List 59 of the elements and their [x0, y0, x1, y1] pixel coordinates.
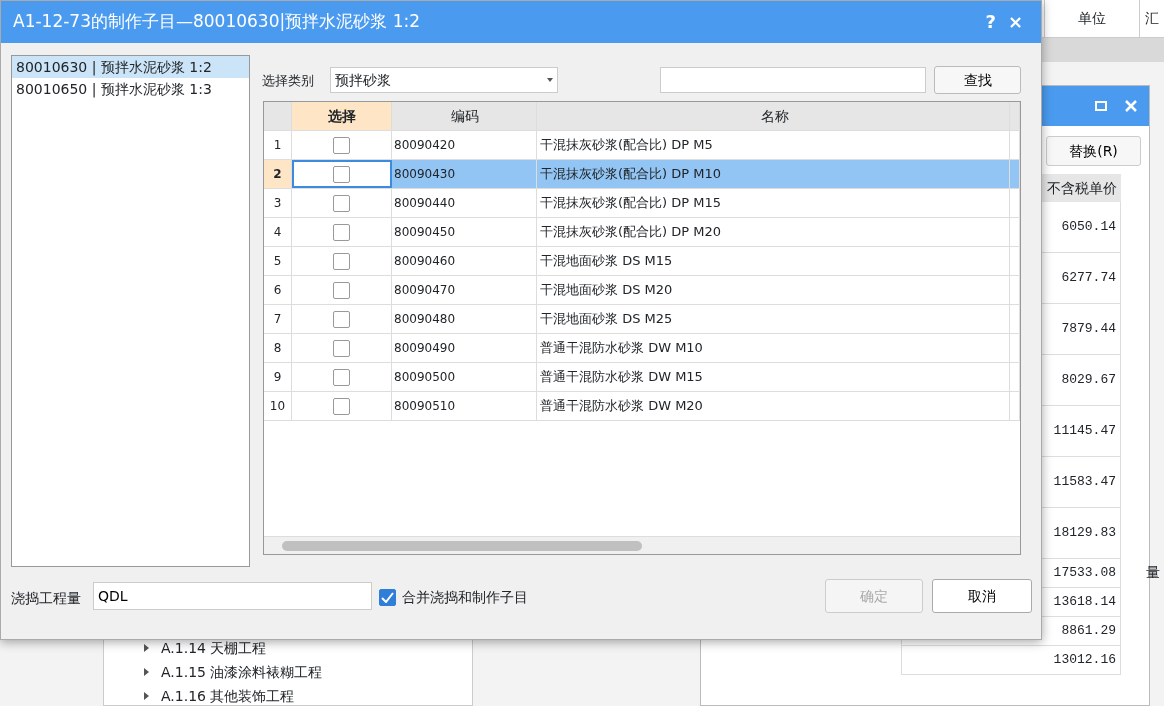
table-cell: 80090490 [392, 334, 537, 362]
checkbox[interactable] [333, 310, 350, 328]
cancel-button[interactable]: 取消 [932, 579, 1032, 613]
table-cell: 80090510 [392, 392, 537, 420]
category-dropdown[interactable]: 预拌砂浆 [330, 67, 558, 93]
tree-item-label[interactable]: A.1.16 其他装饰工程 [161, 687, 295, 705]
checkbox[interactable] [333, 194, 350, 212]
search-button[interactable]: 查找 [934, 66, 1021, 94]
table-cell: 80090500 [392, 363, 537, 391]
column-header: 选择 [292, 102, 392, 130]
expand-arrow-icon[interactable] [144, 668, 149, 676]
expand-arrow-icon[interactable] [144, 692, 149, 700]
table-cell: 80090460 [392, 247, 537, 275]
table-cell: 13012.16 [902, 646, 1121, 675]
window-title: A1-12-73的制作子目—80010630|预拌水泥砂浆 1:2 [13, 10, 421, 34]
side-text: 量 [1146, 563, 1160, 582]
table-cell: 干混抹灰砂浆(配合比) DP M10 [537, 160, 1010, 188]
column-header: 名称 [537, 102, 1010, 130]
close-icon[interactable] [1125, 100, 1137, 112]
column-header: 编码 [392, 102, 537, 130]
tree-item-label[interactable]: A.1.14 天棚工程 [161, 639, 267, 657]
table-cell: 干混抹灰砂浆(配合比) DP M5 [537, 131, 1010, 159]
table-cell: 80090470 [392, 276, 537, 304]
table-cell: 80090420 [392, 131, 537, 159]
checkbox[interactable] [333, 281, 350, 299]
checkbox[interactable] [333, 223, 350, 241]
checkbox[interactable] [333, 397, 350, 415]
quantity-field[interactable]: QDL [93, 582, 372, 610]
checkbox[interactable] [379, 589, 396, 606]
table-cell: 80090480 [392, 305, 537, 333]
table-cell: 干混抹灰砂浆(配合比) DP M15 [537, 189, 1010, 217]
table-cell: 普通干混防水砂浆 DW M15 [537, 363, 1010, 391]
checkbox[interactable] [333, 136, 350, 154]
checkbox[interactable] [333, 339, 350, 357]
table-cell: 干混抹灰砂浆(配合比) DP M20 [537, 218, 1010, 246]
tree-item-label[interactable]: A.1.15 油漆涂料裱糊工程 [161, 663, 323, 681]
table-cell: 80090440 [392, 189, 537, 217]
table-cell: 干混地面砂浆 DS M20 [537, 276, 1010, 304]
column-header: 汇 [1139, 0, 1164, 37]
table-cell: 干混地面砂浆 DS M25 [537, 305, 1010, 333]
scrollbar[interactable] [264, 536, 1020, 554]
field-label: 浇捣工程量 [11, 589, 81, 608]
maximize-icon[interactable] [1095, 101, 1107, 111]
table-cell: 80090430 [392, 160, 537, 188]
replace-button[interactable]: 替换(R) [1046, 136, 1141, 166]
table-cell: 普通干混防水砂浆 DW M20 [537, 392, 1010, 420]
table-cell: 干混地面砂浆 DS M15 [537, 247, 1010, 275]
checkbox[interactable] [333, 165, 350, 183]
row-number: 2 [264, 160, 292, 188]
list-item[interactable]: 80010650 | 预拌水泥砂浆 1:3 [12, 78, 249, 100]
table-cell: 80090450 [392, 218, 537, 246]
field-label: 选择类别 [262, 72, 314, 90]
search-field[interactable] [660, 67, 926, 93]
checkbox[interactable] [333, 368, 350, 386]
column-header: 单位 [1044, 0, 1139, 37]
table-cell: 普通干混防水砂浆 DW M10 [537, 334, 1010, 362]
checkbox[interactable] [333, 252, 350, 270]
list-item[interactable]: 80010630 | 预拌水泥砂浆 1:2 [12, 56, 249, 78]
checkbox-label[interactable]: 合并浇捣和制作子目 [402, 587, 528, 608]
